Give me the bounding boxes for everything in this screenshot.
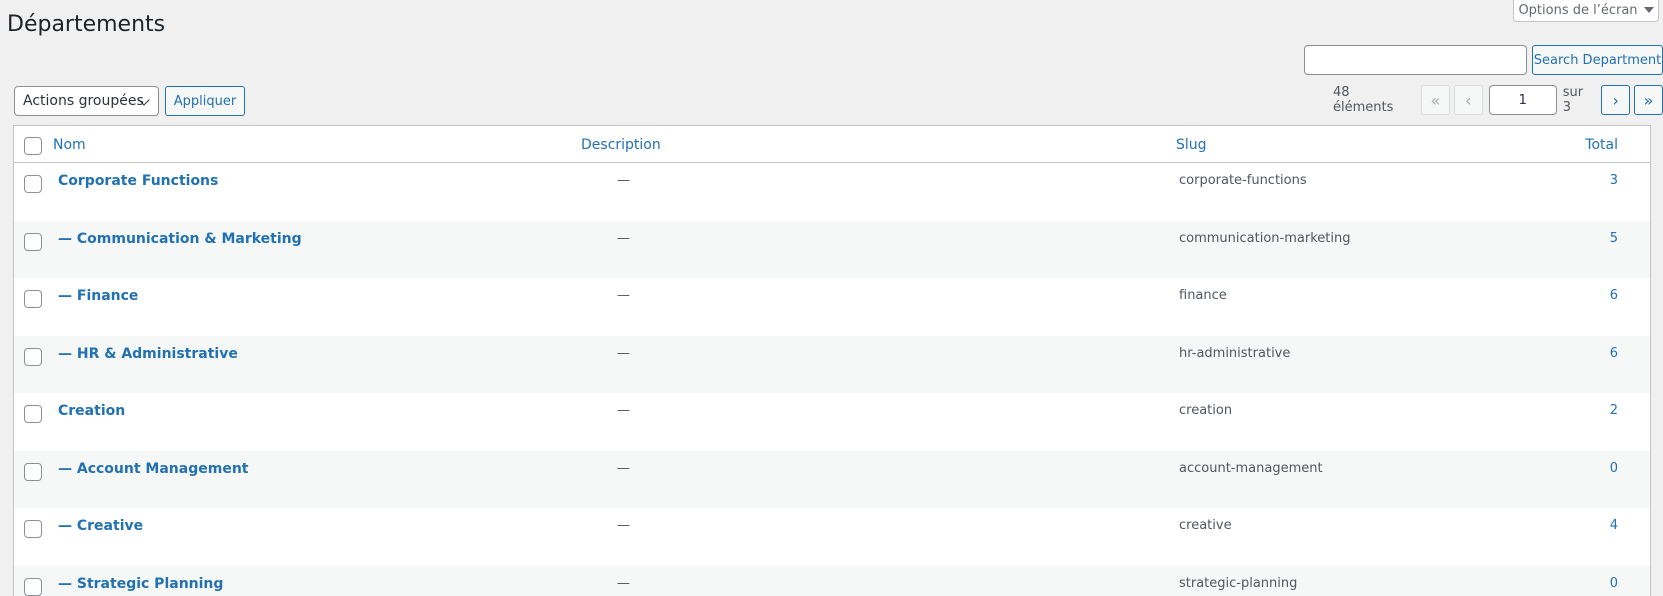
department-total-link[interactable]: 2	[1610, 403, 1618, 418]
department-description: —	[617, 460, 630, 476]
search-department-button[interactable]: Search Department	[1532, 45, 1663, 75]
screen-options-button[interactable]: Options de l’écran	[1513, 0, 1659, 22]
table-row: — HR & Administrative — hr-administrative 6	[14, 335, 1650, 393]
department-total-link[interactable]: 4	[1610, 518, 1618, 533]
screen-options-label: Options de l’écran	[1518, 2, 1638, 18]
apply-button[interactable]: Appliquer	[165, 86, 245, 116]
department-slug: communication-marketing	[1179, 230, 1351, 246]
department-total-link[interactable]: 0	[1610, 576, 1618, 591]
department-description: —	[617, 403, 630, 418]
row-checkbox[interactable]	[24, 462, 42, 481]
table-row: — Account Management — account-management 0	[14, 450, 1650, 508]
department-name-link[interactable]: Corporate Functions	[58, 173, 218, 189]
department-total-link[interactable]: 3	[1610, 173, 1618, 188]
department-slug: creation	[1179, 403, 1233, 418]
department-description: —	[617, 288, 630, 303]
department-description: —	[617, 518, 630, 533]
search-input[interactable]	[1304, 45, 1527, 75]
row-checkbox[interactable]	[24, 577, 42, 596]
total-pages-label: sur 3	[1562, 85, 1584, 115]
department-total-link[interactable]: 6	[1610, 288, 1618, 303]
bulk-actions-select[interactable]: Actions groupées	[14, 86, 159, 116]
department-description: —	[617, 173, 630, 188]
department-name-link[interactable]: — Communication & Marketing	[58, 231, 302, 247]
department-name-link[interactable]: — Strategic Planning	[58, 576, 223, 592]
table-header: Nom Description Slug Total	[14, 126, 1650, 163]
department-slug: strategic-planning	[1179, 575, 1298, 591]
row-checkbox[interactable]	[24, 520, 42, 538]
department-name-link[interactable]: — Creative	[58, 518, 143, 534]
table-row: — Finance — finance 6	[14, 278, 1650, 336]
departments-table: Nom Description Slug Total Corporate Fun…	[13, 125, 1651, 596]
department-name-link[interactable]: Creation	[58, 403, 125, 419]
row-checkbox[interactable]	[24, 405, 42, 423]
department-slug: finance	[1179, 288, 1227, 303]
column-total-header[interactable]: Total	[1585, 137, 1618, 153]
column-description-header[interactable]: Description	[581, 137, 661, 153]
search-box: Search Department	[1304, 45, 1663, 75]
bulk-actions-selected: Actions groupées	[23, 93, 144, 109]
row-checkbox[interactable]	[24, 347, 42, 366]
pagination: 48 éléments « ‹ sur 3 › »	[1333, 85, 1663, 115]
department-slug: account-management	[1179, 460, 1323, 476]
table-row: — Communication & Marketing — communicatio…	[14, 220, 1650, 278]
current-page-input[interactable]	[1488, 85, 1557, 115]
items-count: 48 éléments	[1333, 85, 1394, 115]
department-total-link[interactable]: 6	[1610, 346, 1618, 361]
table-row: Creation — creation 2	[14, 393, 1650, 451]
department-total-link[interactable]: 5	[1610, 231, 1618, 246]
department-slug: corporate-functions	[1179, 173, 1307, 188]
first-page-button: «	[1420, 85, 1450, 115]
prev-page-button: ‹	[1453, 85, 1483, 115]
department-name-link[interactable]: — HR & Administrative	[58, 346, 238, 362]
caret-down-icon	[1643, 7, 1654, 13]
last-page-button[interactable]: »	[1634, 85, 1663, 115]
column-name-header[interactable]: Nom	[53, 137, 86, 153]
row-checkbox[interactable]	[24, 290, 42, 308]
row-checkbox[interactable]	[24, 175, 42, 193]
table-row: — Strategic Planning — strategic-planning 0	[14, 565, 1650, 596]
department-description: —	[617, 345, 630, 361]
department-description: —	[617, 230, 630, 246]
page-title: Départements	[7, 12, 166, 37]
department-slug: creative	[1179, 518, 1232, 533]
department-total-link[interactable]: 0	[1610, 461, 1618, 476]
department-description: —	[617, 575, 630, 591]
column-slug-header[interactable]: Slug	[1176, 137, 1207, 153]
department-name-link[interactable]: — Account Management	[58, 461, 248, 477]
select-all-checkbox[interactable]	[24, 137, 42, 155]
department-name-link[interactable]: — Finance	[58, 288, 138, 304]
row-checkbox[interactable]	[24, 232, 42, 251]
department-slug: hr-administrative	[1179, 345, 1291, 361]
table-body: Corporate Functions — corporate-functions 3…	[14, 163, 1650, 596]
table-row: Corporate Functions — corporate-functions 3	[14, 163, 1650, 221]
table-row: — Creative — creative 4	[14, 508, 1650, 566]
next-page-button[interactable]: ›	[1601, 85, 1631, 115]
